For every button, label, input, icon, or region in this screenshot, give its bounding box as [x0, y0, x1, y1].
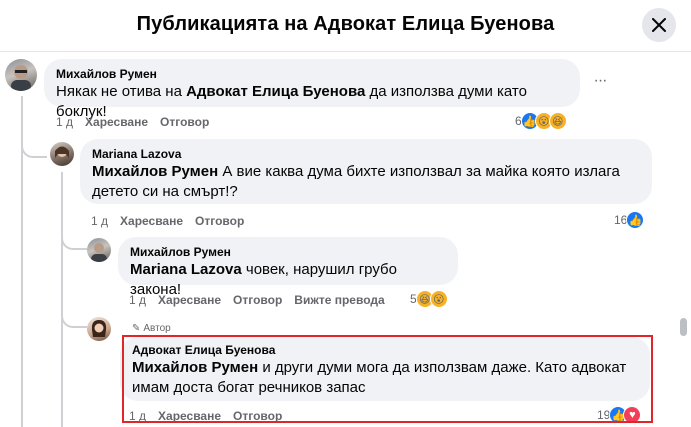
close-button[interactable]: [642, 8, 676, 42]
comment-author[interactable]: Михайлов Румен: [130, 244, 446, 260]
comment-actions: 1 д Харесване Отговор: [56, 115, 209, 129]
mention-link[interactable]: Mariana Lazova: [130, 261, 242, 278]
avatar[interactable]: [87, 317, 111, 341]
close-icon: [652, 18, 666, 32]
wow-reaction-icon: 😮: [429, 290, 448, 308]
highlight-frame: [122, 335, 653, 423]
reply-button[interactable]: Отговор: [233, 293, 282, 307]
comment-time[interactable]: 1 д: [129, 293, 146, 307]
haha-reaction-icon: 😆: [548, 112, 567, 130]
comment-author[interactable]: Михайлов Румен: [56, 66, 568, 82]
comment-bubble: Mariana Lazova Михайлов Румен А вие какв…: [80, 139, 652, 204]
pencil-icon: ✎: [132, 323, 141, 334]
avatar-photo: [91, 243, 107, 262]
author-badge: ✎ Автор: [132, 323, 171, 334]
thread-curve-1: [21, 122, 47, 158]
comment-time[interactable]: 1 д: [56, 115, 73, 129]
avatar[interactable]: [5, 59, 37, 91]
like-button[interactable]: Харесване: [158, 293, 221, 307]
comment-actions: 1 д Харесване Отговор Вижте превода: [129, 293, 385, 307]
dialog-header: Публикацията на Адвокат Елица Буенова: [0, 0, 691, 52]
avatar[interactable]: [87, 238, 111, 262]
reaction-count: 16: [614, 213, 628, 227]
avatar-photo: [91, 320, 107, 337]
like-button[interactable]: Харесване: [120, 214, 183, 228]
comment-bubble: Михайлов Румен Някак не отива на Адвокат…: [44, 59, 580, 120]
translate-link[interactable]: Вижте превода: [294, 293, 384, 307]
comment-actions: 1 д Харесване Отговор: [91, 214, 244, 228]
dialog-title: Публикацията на Адвокат Елица Буенова: [136, 13, 555, 35]
comment-bubble: Михайлов Румен Mariana Lazova човек, нар…: [118, 237, 458, 298]
reply-button[interactable]: Отговор: [160, 115, 209, 129]
avatar-photo: [55, 146, 69, 158]
like-reaction-icon: 👍: [626, 211, 645, 229]
reaction-summary[interactable]: 5 😆 😮: [410, 290, 448, 308]
avatar-photo: [11, 65, 31, 91]
reaction-summary[interactable]: 16 👍: [614, 211, 645, 229]
reply-button[interactable]: Отговор: [195, 214, 244, 228]
comment-author[interactable]: Mariana Lazova: [92, 146, 640, 162]
like-button[interactable]: Харесване: [85, 115, 148, 129]
mention-link[interactable]: Михайлов Румен: [92, 163, 218, 180]
comment-time[interactable]: 1 д: [91, 214, 108, 228]
thread-curve-2: [61, 222, 87, 250]
comment-text: Михайлов Румен А вие каква дума бихте из…: [92, 163, 620, 200]
scrollbar-thumb[interactable]: [680, 318, 687, 336]
avatar[interactable]: [50, 142, 74, 166]
author-badge-label: Автор: [143, 323, 171, 334]
thread-curve-3: [61, 300, 87, 328]
more-options-icon[interactable]: ···: [592, 73, 608, 92]
mention-link[interactable]: Адвокат Елица Буенова: [186, 83, 365, 100]
reaction-summary[interactable]: 6 👍 😮 😆: [515, 112, 567, 130]
